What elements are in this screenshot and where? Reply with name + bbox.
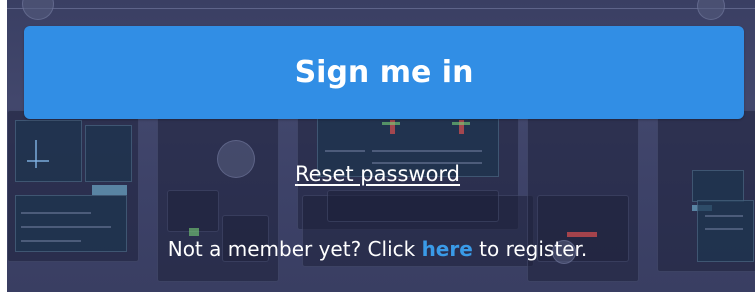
register-prefix-text: Not a member yet? Click	[167, 237, 422, 261]
register-here-link[interactable]: here	[422, 237, 473, 261]
register-suffix-text: to register.	[472, 237, 588, 261]
reset-password-row: Reset password	[0, 159, 755, 189]
reset-password-link[interactable]: Reset password	[295, 162, 460, 186]
register-prompt: Not a member yet? Click here to register…	[0, 234, 755, 264]
sign-in-button[interactable]: Sign me in	[24, 26, 744, 119]
